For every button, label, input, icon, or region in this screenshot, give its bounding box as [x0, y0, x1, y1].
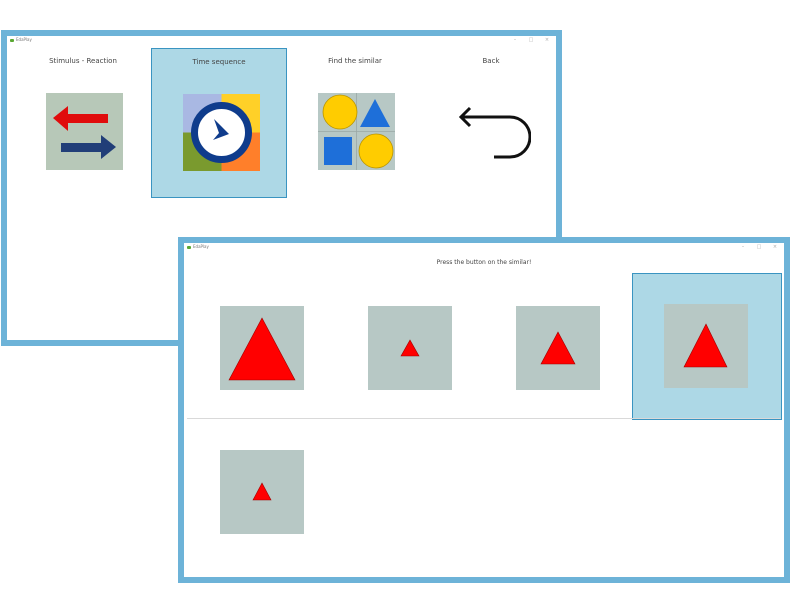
maximize-button[interactable]: □ [528, 37, 534, 43]
target-triangle-tile [220, 450, 304, 534]
close-button[interactable]: × [772, 244, 778, 250]
window-title: EdaPlay [193, 244, 209, 249]
menu-item-stimulus-reaction[interactable]: Stimulus - Reaction [15, 48, 151, 198]
menu-item-label: Time sequence [192, 58, 246, 66]
title-bar: EdaPlay – □ × [184, 243, 784, 255]
answer-option-3[interactable] [480, 273, 628, 421]
medium-large-triangle-tile [664, 304, 748, 388]
find-similar-window: EdaPlay – □ × Press the button on the si… [178, 237, 790, 583]
back-arrow-icon [458, 106, 531, 159]
minimize-button[interactable]: – [512, 37, 518, 43]
app-icon [187, 246, 191, 249]
divider [187, 418, 781, 419]
window-controls: – □ × [512, 37, 550, 43]
menu-item-find-similar[interactable]: Find the similar [287, 48, 423, 198]
answer-option-2[interactable] [332, 273, 480, 421]
menu-item-label: Back [482, 57, 500, 65]
answer-option-1[interactable] [184, 273, 332, 421]
answer-option-4[interactable] [632, 273, 782, 420]
medium-triangle-tile [516, 306, 600, 390]
menu-item-time-sequence[interactable]: Time sequence [151, 48, 287, 198]
instruction-text: Press the button on the similar! [436, 259, 532, 266]
menu-item-label: Find the similar [328, 57, 382, 65]
app-icon [10, 39, 14, 42]
close-button[interactable]: × [544, 37, 550, 43]
minimize-button[interactable]: – [740, 244, 746, 250]
window-controls: – □ × [740, 244, 778, 250]
small-triangle-tile [368, 306, 452, 390]
large-triangle-tile [220, 306, 304, 390]
window-title: EdaPlay [16, 37, 32, 42]
arrows-icon [46, 93, 123, 170]
maximize-button[interactable]: □ [756, 244, 762, 250]
shapes-icon [318, 93, 395, 170]
menu-item-label: Stimulus - Reaction [49, 57, 117, 65]
clock-icon [183, 94, 260, 171]
title-bar: EdaPlay – □ × [7, 36, 556, 48]
screen: EdaPlay – □ × Stimulus - Reaction Time s… [0, 0, 800, 600]
menu-item-back[interactable]: Back [423, 48, 559, 198]
